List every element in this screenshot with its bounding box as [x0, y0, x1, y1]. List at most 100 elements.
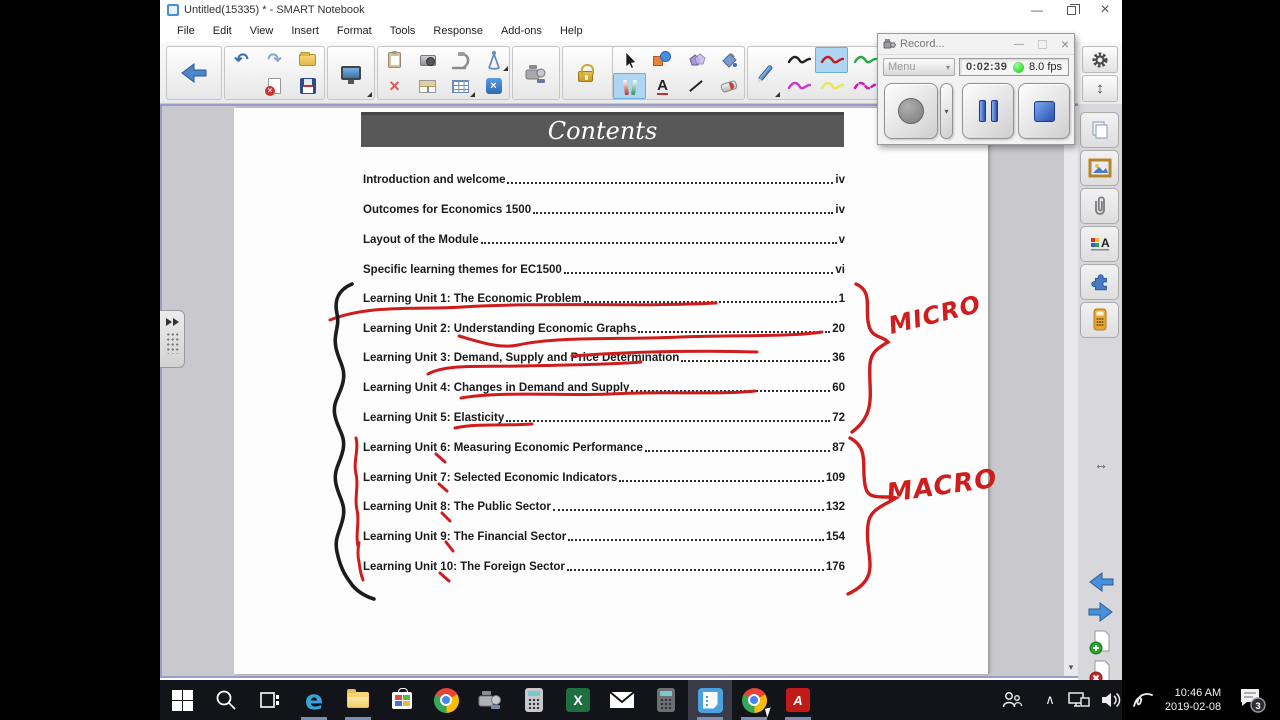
people-button[interactable]: [998, 680, 1026, 720]
toc-row: Introduction and welcome iv: [363, 174, 845, 186]
polygons-tool[interactable]: [679, 47, 712, 73]
network-tray-icon[interactable]: [1064, 680, 1094, 720]
taskbar-calculator-2[interactable]: [644, 680, 688, 720]
start-button[interactable]: [160, 680, 204, 720]
tab-page-sorter[interactable]: [1080, 112, 1119, 148]
menu-tools[interactable]: Tools: [381, 22, 425, 40]
notebook-page[interactable]: Contents Introduction and welcome iv Outc…: [234, 108, 988, 674]
tab-addons[interactable]: [1080, 264, 1119, 300]
taskbar-clock[interactable]: 10:46 AM 2019-02-08: [1158, 680, 1228, 720]
ink-tray-icon[interactable]: [1128, 680, 1158, 720]
delete-page-button[interactable]: ×: [258, 73, 291, 99]
record-options-dropdown[interactable]: ▾: [940, 83, 953, 139]
pen-button[interactable]: [748, 47, 782, 99]
recorder-title-bar[interactable]: Record... — ×: [878, 34, 1074, 55]
shapes-tool[interactable]: [646, 47, 679, 73]
tab-properties[interactable]: A: [1080, 226, 1119, 262]
line-tool[interactable]: [679, 73, 712, 99]
open-file-button[interactable]: [291, 47, 324, 73]
search-button[interactable]: [204, 680, 248, 720]
delete-icon: ×: [389, 75, 400, 96]
record-button[interactable]: [884, 83, 938, 139]
line-icon: [688, 80, 703, 92]
settings-button[interactable]: [1082, 46, 1118, 73]
fill-tool[interactable]: [712, 47, 745, 73]
recorder-minimize-button[interactable]: —: [1014, 39, 1024, 50]
camera-button[interactable]: [411, 47, 444, 73]
next-page-button[interactable]: [1086, 598, 1116, 626]
pen-color-black[interactable]: [782, 47, 815, 73]
tab-gallery[interactable]: [1080, 150, 1119, 186]
stop-button[interactable]: [1018, 83, 1070, 139]
delete-button[interactable]: ×: [378, 73, 411, 99]
toc-leader: [644, 450, 831, 452]
green-pen-icon: [630, 79, 638, 96]
taskbar-chrome-2[interactable]: [732, 680, 776, 720]
dropdown-corner: [503, 66, 508, 71]
lock-button[interactable]: [563, 47, 608, 99]
restore-button[interactable]: [1054, 0, 1088, 20]
table-button[interactable]: [444, 73, 477, 99]
taskbar-excel[interactable]: X: [556, 680, 600, 720]
taskbar-file-explorer[interactable]: [336, 680, 380, 720]
toc-page: 36: [832, 352, 845, 364]
taskbar-store[interactable]: [380, 680, 424, 720]
select-tool[interactable]: [613, 47, 646, 73]
move-toolbar-button[interactable]: ↕: [1082, 75, 1118, 102]
measurement-tools-button[interactable]: [477, 47, 510, 73]
recorder-close-button[interactable]: ×: [1061, 36, 1069, 52]
recorder-menu-label: Menu: [888, 61, 916, 73]
document-camera-button[interactable]: [444, 47, 477, 73]
minimize-button[interactable]: —: [1020, 0, 1054, 20]
text-icon: A: [657, 76, 668, 95]
scroll-down-arrow[interactable]: ▾: [1069, 662, 1074, 673]
back-button[interactable]: [167, 47, 221, 99]
volume-tray-icon[interactable]: [1096, 680, 1126, 720]
menu-response[interactable]: Response: [424, 22, 492, 40]
pen-color-yellow[interactable]: [815, 73, 848, 99]
taskbar-mail[interactable]: [600, 680, 644, 720]
menu-addons[interactable]: Add-ons: [492, 22, 551, 40]
undo-button[interactable]: ↶: [225, 47, 258, 73]
menu-insert[interactable]: Insert: [282, 22, 328, 40]
pen-color-red[interactable]: [815, 47, 848, 73]
screen-shade-button[interactable]: [411, 73, 444, 99]
taskbar-edge[interactable]: e: [292, 680, 336, 720]
menu-edit[interactable]: Edit: [204, 22, 241, 40]
taskbar-smart-notebook[interactable]: [688, 680, 732, 720]
tab-response[interactable]: [1080, 302, 1119, 338]
pen-icon: [757, 64, 773, 82]
vertical-scrollbar[interactable]: ▴ ▾: [1064, 106, 1078, 676]
add-page-button[interactable]: [1086, 628, 1116, 656]
tab-attachments[interactable]: [1080, 188, 1119, 224]
toolbox-button[interactable]: ×: [477, 73, 510, 99]
paste-capture-button[interactable]: [378, 47, 411, 73]
screen-capture-button[interactable]: [328, 47, 374, 99]
pen-color-magenta[interactable]: [782, 73, 815, 99]
text-tool[interactable]: A: [646, 73, 679, 99]
taskbar-acrobat[interactable]: A: [776, 680, 820, 720]
previous-page-button[interactable]: [1086, 568, 1116, 596]
page-sorter-flyout-tab[interactable]: [160, 310, 185, 368]
menu-format[interactable]: Format: [328, 22, 381, 40]
menu-help[interactable]: Help: [551, 22, 592, 40]
tray-chevron-button[interactable]: ∧: [1036, 680, 1064, 720]
toc-page: 132: [825, 501, 845, 513]
pens-tool[interactable]: [613, 73, 646, 99]
menu-file[interactable]: File: [168, 22, 204, 40]
taskbar-chrome[interactable]: [424, 680, 468, 720]
recorder-maximize-button[interactable]: [1037, 39, 1047, 49]
pause-button[interactable]: [962, 83, 1014, 139]
fit-width-button[interactable]: ↔: [1086, 450, 1116, 478]
recorder-menu-dropdown[interactable]: Menu ▾: [883, 58, 955, 76]
lecture-recorder-button[interactable]: [513, 47, 559, 99]
action-center-button[interactable]: 3: [1232, 680, 1272, 720]
redo-button[interactable]: ↷: [258, 47, 291, 73]
menu-view[interactable]: View: [241, 22, 283, 40]
task-view-button[interactable]: [248, 680, 292, 720]
close-button[interactable]: ×: [1088, 0, 1122, 20]
taskbar-recorder[interactable]: [468, 680, 512, 720]
taskbar-calculator[interactable]: [512, 680, 556, 720]
eraser-tool[interactable]: [712, 73, 745, 99]
save-button[interactable]: [291, 73, 324, 99]
